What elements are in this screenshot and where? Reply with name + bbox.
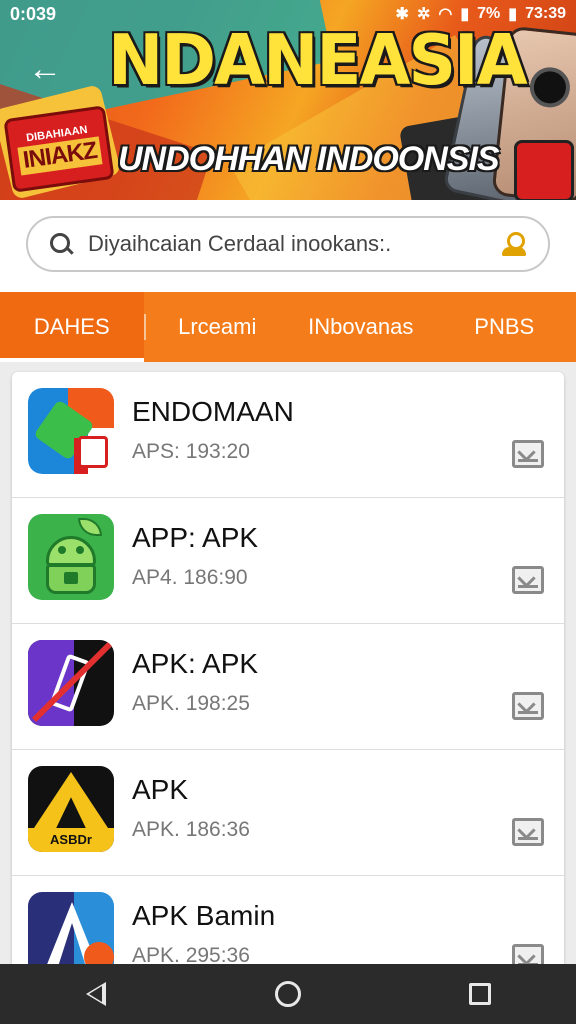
search-bar[interactable] (26, 216, 550, 272)
icon-shape (58, 546, 66, 554)
promo-badge: DIBAHIAAN INIAKZ (3, 105, 115, 193)
battery-icon: ▮ (508, 6, 518, 23)
app-name: APK: APK (132, 648, 259, 679)
icon-shape (46, 536, 96, 566)
triangle-back-icon (86, 982, 106, 1006)
banner-title: NDANEASIA (108, 20, 528, 101)
tab-label: PNBS (474, 314, 535, 339)
search-input[interactable] (88, 231, 500, 257)
system-navbar (0, 964, 576, 1024)
app-name: ENDOMAAN (132, 396, 294, 427)
app-meta: APK. 186:36 (132, 818, 250, 841)
app-icon-text: ASBDr (28, 828, 114, 852)
nav-home-button[interactable] (258, 964, 318, 1024)
square-recents-icon (469, 983, 491, 1005)
list-item[interactable]: ASBDr APK APK. 186:36 (12, 750, 564, 876)
nav-back-button[interactable] (66, 964, 126, 1024)
phone-image (514, 140, 574, 200)
wifi-icon: ◠ (438, 6, 453, 23)
app-icon[interactable]: ASBDr (28, 766, 114, 852)
download-icon[interactable] (512, 440, 544, 468)
camera-lens (527, 65, 572, 110)
tab-bar: DAHES Lrceami INbovanas PNBS (0, 292, 576, 362)
icon-shape (78, 518, 102, 536)
tab-dahes[interactable]: DAHES (0, 292, 144, 362)
app-icon[interactable] (28, 892, 114, 964)
bluetooth-icon: ✱ (395, 6, 409, 23)
nav-recents-button[interactable] (450, 964, 510, 1024)
search-icon[interactable] (48, 231, 74, 257)
download-icon[interactable] (512, 944, 544, 964)
download-icon[interactable] (512, 566, 544, 594)
app-meta: AP4. 186:90 (132, 566, 248, 589)
back-button[interactable]: ← (22, 46, 68, 92)
tab-label: INbovanas (308, 314, 414, 339)
icon-shape (78, 436, 108, 468)
icon-shape (84, 942, 114, 964)
app-meta: APS: 193:20 (132, 440, 250, 463)
app-meta: APK. 295:36 (132, 944, 250, 964)
icon-shape (64, 572, 78, 584)
battery-text: 7% (477, 5, 501, 22)
tab-label: DAHES (33, 314, 110, 339)
header-banner: DIBAHIAAN INIAKZ NDANEASIA UNDOHHAN INDO… (0, 0, 576, 200)
search-area (0, 200, 576, 292)
app-icon[interactable] (28, 640, 114, 726)
status-left-text: 0:039 (10, 3, 57, 24)
app-list: ENDOMAAN APS: 193:20 APP: APK AP4. 186:9… (12, 372, 564, 964)
download-icon[interactable] (512, 818, 544, 846)
tab-lrceami[interactable]: Lrceami (146, 292, 290, 362)
tab-pnbs[interactable]: PNBS (433, 292, 576, 362)
icon-shape (76, 546, 84, 554)
list-item[interactable]: APK: APK APK. 198:25 (12, 624, 564, 750)
app-icon[interactable] (28, 388, 114, 474)
app-meta: APK. 198:25 (132, 692, 250, 715)
user-icon[interactable] (500, 230, 528, 258)
signal-icon: ▮ (460, 6, 470, 23)
app-icon[interactable] (28, 514, 114, 600)
list-item[interactable]: APK Bamin APK. 295:36 (12, 876, 564, 964)
banner-subtitle: UNDOHHAN INDOONSIS (118, 140, 500, 178)
status-bar: 0:039 ✱ ✲ ◠ ▮ 7% ▮ 73:39 (0, 0, 576, 28)
icon-shape (34, 772, 108, 828)
tab-label: Lrceami (178, 314, 257, 339)
tab-inbovanas[interactable]: INbovanas (289, 292, 433, 362)
list-item[interactable]: ENDOMAAN APS: 193:20 (12, 372, 564, 498)
vibrate-icon: ✲ (416, 6, 431, 23)
circle-home-icon (275, 981, 301, 1007)
app-name: APK Bamin (132, 900, 276, 931)
arrow-left-icon: ← (28, 49, 62, 88)
list-item[interactable]: APP: APK AP4. 186:90 (12, 498, 564, 624)
status-icons: ✱ ✲ ◠ ▮ 7% ▮ 73:39 (396, 4, 566, 24)
download-icon[interactable] (512, 692, 544, 720)
app-name: APK (132, 774, 189, 805)
status-time: 73:39 (525, 5, 566, 22)
app-name: APP: APK (132, 522, 259, 553)
